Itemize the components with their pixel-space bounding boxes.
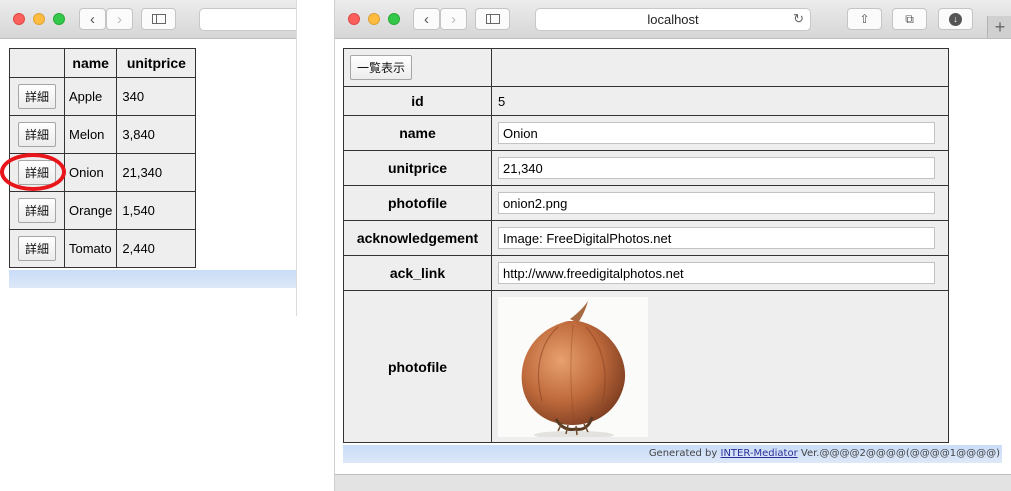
detail-button[interactable]: 詳細 [17,84,56,109]
header-cell [9,48,65,78]
chevron-left-icon: ‹ [424,10,429,28]
address-bar[interactable]: localhost ↻ [535,8,811,31]
field-label: photofile [343,185,492,221]
table-row: unitprice [343,150,949,186]
show-list-button[interactable]: 一覧表示 [350,55,413,80]
button-cell: 詳細 [9,115,65,154]
forward-button[interactable]: › [440,8,467,30]
chevron-right-icon: › [117,10,122,28]
unitprice-cell: 340 [116,77,197,116]
acknowledgement-field[interactable] [498,227,935,249]
onion-image [521,300,626,439]
detail-browser-window: ‹ › localhost ↻ ⇧ ⧉ ↓ + 一覧表示 id 5 name O… [334,0,1011,491]
field-label: id [343,86,492,116]
chevron-right-icon: › [451,10,456,28]
back-button[interactable]: ‹ [79,8,106,30]
button-cell: 詳細 [9,229,65,268]
button-cell: 詳細 [9,77,65,116]
new-tab-button[interactable]: + [987,16,1011,38]
header-name: name [63,48,118,78]
plus-icon: + [994,17,1006,37]
photo-cell [491,290,949,443]
unitprice-cell: 21,340 [116,153,197,192]
field-label: photofile [343,290,492,443]
tabs-overview-button[interactable]: ⧉ [892,8,927,30]
unitprice-field[interactable] [498,157,935,179]
detail-table: 一覧表示 id 5 name unitprice photofile ackno… [343,48,949,443]
table-row: id 5 [343,86,949,116]
name-cell: Tomato [63,229,118,268]
input-cell [491,185,949,221]
url-text: localhost [647,12,699,27]
reload-icon[interactable]: ↻ [793,11,804,27]
sidebar-button[interactable] [141,8,176,30]
table-row: 詳細 Tomato 2,440 [9,229,197,268]
sidebar-button[interactable] [475,8,510,30]
title-bar: ‹ › localhost ↻ ⇧ ⧉ ↓ [335,0,1011,39]
field-label: ack_link [343,255,492,291]
onion-photo [498,296,648,439]
zoom-window-button[interactable] [388,13,400,25]
table-row: name [343,115,949,151]
name-cell: Melon [63,115,118,154]
table-row: photofile [343,290,949,443]
button-cell: 詳細 [9,191,65,230]
forward-button[interactable]: › [106,8,133,30]
download-icon: ↓ [949,12,962,26]
input-cell [491,115,949,151]
downloads-button[interactable]: ↓ [938,8,973,30]
close-window-button[interactable] [13,13,25,25]
address-bar[interactable] [199,8,296,31]
tabs-icon: ⧉ [905,11,914,26]
highlight-circle [0,153,66,191]
unitprice-cell: 3,840 [116,115,197,154]
table-row: 一覧表示 [343,48,949,87]
photofile-field[interactable] [498,192,935,214]
input-cell [491,220,949,256]
button-cell: 一覧表示 [343,48,492,87]
footer-version: Ver.@@@@2@@@@(@@@@1@@@@) [797,448,1000,459]
status-bar [335,474,1011,491]
table-row: ack_link [343,255,949,291]
input-cell [491,255,949,291]
detail-button[interactable]: 詳細 [17,122,56,147]
close-window-button[interactable] [348,13,360,25]
table-row: 詳細 Melon 3,840 [9,115,197,154]
share-icon: ⇧ [859,12,870,26]
footer-bar: Generated by INTER-Mediator Ver.@@@@2@@@… [343,445,1002,463]
input-cell [491,150,949,186]
unitprice-cell: 1,540 [116,191,197,230]
field-label: unitprice [343,150,492,186]
unitprice-cell: 2,440 [116,229,197,268]
minimize-window-button[interactable] [33,13,45,25]
id-value: 5 [491,86,949,116]
inter-mediator-link[interactable]: INTER-Mediator [721,448,798,459]
name-cell: Orange [63,191,118,230]
field-label: name [343,115,492,151]
sidebar-icon [151,14,166,24]
title-bar: ‹ › [0,0,296,39]
field-label: acknowledgement [343,220,492,256]
table-row: photofile [343,185,949,221]
table-row: 詳細 Orange 1,540 [9,191,197,230]
header-unitprice: unitprice [116,48,197,78]
back-button[interactable]: ‹ [413,8,440,30]
sidebar-icon [485,14,500,24]
name-cell: Apple [63,77,118,116]
detail-button[interactable]: 詳細 [17,198,56,223]
zoom-window-button[interactable] [53,13,65,25]
ack-link-field[interactable] [498,262,935,284]
footer-bar [9,270,296,288]
table-row: acknowledgement [343,220,949,256]
chevron-left-icon: ‹ [90,10,95,28]
footer-prefix: Generated by [648,448,721,459]
table-row: 詳細 Apple 340 [9,77,197,116]
table-header-row: name unitprice [9,48,197,78]
empty-cell [491,48,949,87]
minimize-window-button[interactable] [368,13,380,25]
detail-button[interactable]: 詳細 [17,236,56,261]
share-button[interactable]: ⇧ [847,8,882,30]
name-cell: Onion [63,153,118,192]
name-field[interactable] [498,122,935,144]
